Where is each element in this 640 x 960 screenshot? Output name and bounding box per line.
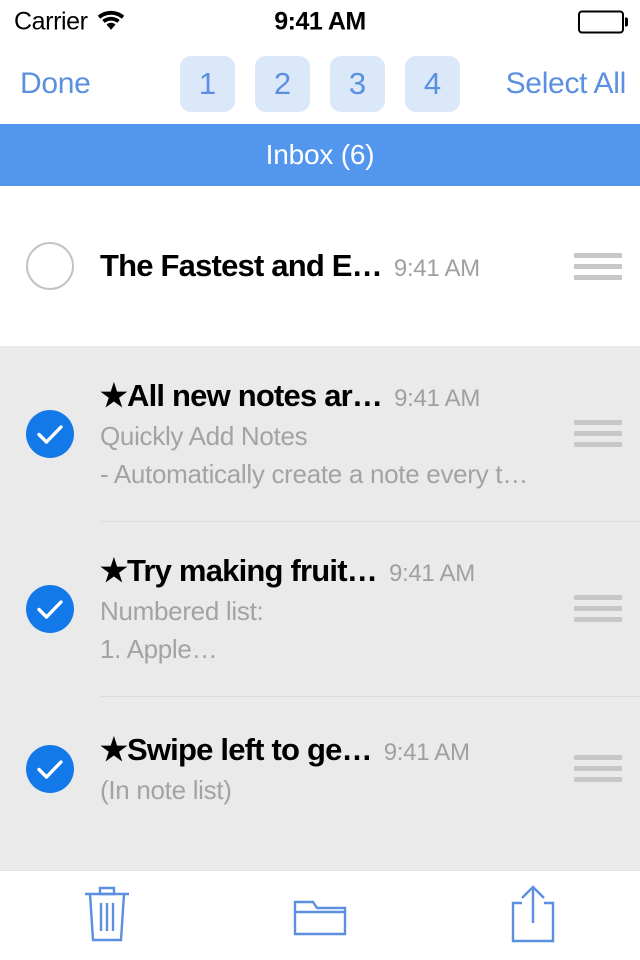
battery-cap <box>625 17 628 27</box>
inbox-section-header[interactable]: Inbox (6) <box>0 124 640 186</box>
app-screen: Carrier 9:41 AM Done 1 2 3 4 Select All … <box>0 0 640 960</box>
note-content: ★Swipe left to ge… 9:41 AM (In note list) <box>100 732 556 806</box>
navigation-bar: Done 1 2 3 4 Select All <box>0 44 640 124</box>
folder-icon <box>292 890 348 941</box>
number-button-4[interactable]: 4 <box>405 56 460 112</box>
checkbox-checked[interactable] <box>26 744 74 793</box>
reorder-handle[interactable] <box>556 595 640 622</box>
note-list-item[interactable]: The Fastest and E… 9:41 AM <box>0 186 640 346</box>
number-button-2[interactable]: 2 <box>255 56 310 112</box>
note-timestamp: 9:41 AM <box>393 255 480 282</box>
select-all-button[interactable]: Select All <box>506 67 627 101</box>
share-icon <box>508 883 558 948</box>
note-content: ★Try making fruit… 9:41 AM Numbered list: 1… <box>100 553 556 665</box>
checkbox-checked[interactable] <box>26 409 74 458</box>
checkbox-cell[interactable] <box>0 584 100 633</box>
checkbox-cell[interactable] <box>0 242 100 290</box>
checkbox-checked[interactable] <box>26 584 74 633</box>
handle-bar <box>574 777 622 782</box>
note-preview-line-1: Numbered list: <box>100 595 264 626</box>
done-button[interactable]: Done <box>20 67 91 101</box>
carrier-label: Carrier <box>14 7 88 36</box>
handle-bar <box>574 617 622 622</box>
note-title-line: ★Swipe left to ge… 9:41 AM <box>100 732 546 768</box>
note-preview-line-2: - Automatically create a note every t… <box>100 458 528 489</box>
note-list: The Fastest and E… 9:41 AM ★All new notes … <box>0 186 640 870</box>
note-title: ★Try making fruit… <box>100 552 377 588</box>
number-button-1[interactable]: 1 <box>180 56 235 112</box>
trash-icon <box>81 883 133 948</box>
inbox-section-title: Inbox (6) <box>265 139 375 170</box>
handle-bar <box>574 755 622 760</box>
note-title-line: ★All new notes ar… 9:41 AM <box>100 378 546 414</box>
delete-button[interactable] <box>0 871 213 960</box>
wifi-icon <box>97 9 125 35</box>
note-list-item[interactable]: ★Swipe left to ge… 9:41 AM (In note list) <box>0 696 640 841</box>
note-list-item[interactable]: ★All new notes ar… 9:41 AM Quickly Add Not… <box>0 346 640 521</box>
handle-bar <box>574 420 622 425</box>
note-preview-line-1: (In note list) <box>100 774 232 805</box>
handle-bar <box>574 766 622 771</box>
note-title-line: ★Try making fruit… 9:41 AM <box>100 553 546 589</box>
status-bar-clock: 9:41 AM <box>274 7 366 36</box>
note-preview-line-1: Quickly Add Notes <box>100 420 308 451</box>
checkbox-cell[interactable] <box>0 409 100 458</box>
checkbox-unchecked[interactable] <box>26 242 74 290</box>
note-preview-line-2: 1. Apple… <box>100 633 218 664</box>
reorder-handle[interactable] <box>556 755 640 782</box>
status-bar: Carrier 9:41 AM <box>0 0 640 44</box>
note-timestamp: 9:41 AM <box>394 384 481 412</box>
list-bottom-filler <box>0 841 640 870</box>
handle-bar <box>574 595 622 600</box>
handle-bar <box>574 263 622 269</box>
status-bar-left: Carrier <box>14 8 125 37</box>
move-to-folder-button[interactable] <box>213 871 426 960</box>
note-content: ★All new notes ar… 9:41 AM Quickly Add Not… <box>100 378 556 490</box>
note-timestamp: 9:41 AM <box>383 738 470 766</box>
number-button-3[interactable]: 3 <box>330 56 385 112</box>
note-title-line: The Fastest and E… 9:41 AM <box>100 248 546 284</box>
battery-full-icon <box>577 10 624 34</box>
handle-bar <box>574 442 622 447</box>
handle-bar <box>574 252 622 258</box>
note-title: ★All new notes ar… <box>100 377 383 413</box>
note-list-item[interactable]: ★Try making fruit… 9:41 AM Numbered list: 1… <box>0 521 640 696</box>
checkbox-cell[interactable] <box>0 744 100 793</box>
bottom-toolbar <box>0 870 640 960</box>
handle-bar <box>574 606 622 611</box>
note-content: The Fastest and E… 9:41 AM <box>100 248 556 284</box>
row-separator <box>100 521 640 522</box>
handle-bar <box>574 431 622 436</box>
handle-bar <box>574 274 622 280</box>
share-button[interactable] <box>427 871 640 960</box>
reorder-handle[interactable] <box>556 252 640 280</box>
row-separator <box>100 696 640 697</box>
note-title: ★Swipe left to ge… <box>100 731 372 767</box>
reorder-handle[interactable] <box>556 420 640 447</box>
status-bar-right <box>577 10 628 34</box>
number-button-group: 1 2 3 4 <box>180 56 460 112</box>
note-timestamp: 9:41 AM <box>388 559 475 587</box>
note-title: The Fastest and E… <box>100 248 382 283</box>
